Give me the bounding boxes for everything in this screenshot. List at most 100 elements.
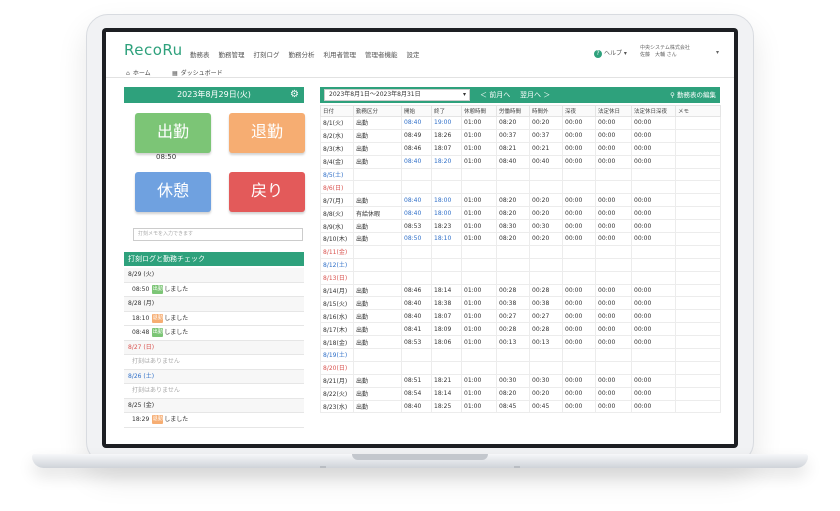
cell-holn: 00:00 <box>631 219 676 234</box>
column-header[interactable]: 終了 <box>431 105 462 117</box>
cell-end: 18:38 <box>431 296 462 311</box>
cell-ot <box>529 270 563 285</box>
cell-start <box>401 180 432 195</box>
table-row[interactable]: 8/20(日) <box>320 360 721 375</box>
table-row[interactable]: 8/4(金) 出勤 08:40 18:20 01:00 08:40 00:40 00:00 00… <box>320 154 721 169</box>
table-row[interactable]: 8/9(水) 出勤 08:53 18:23 01:00 08:30 00:30 00:00 00… <box>320 219 721 234</box>
gear-icon[interactable]: ⚙ <box>290 87 299 103</box>
cell-ot: 00:13 <box>529 335 563 350</box>
log-status-badge: 退勤 <box>152 415 164 424</box>
table-row[interactable]: 8/8(火) 有給休暇 08:40 18:00 01:00 08:20 00:20 00:00… <box>320 206 721 221</box>
cell-night: 00:00 <box>562 232 596 246</box>
next-month-link[interactable]: 翌月へ ＞ <box>520 87 550 103</box>
cell-night: 00:00 <box>562 335 596 350</box>
cell-start: 08:51 <box>401 373 432 388</box>
cell-ot <box>529 257 563 272</box>
period-value: 2023年8月1日〜2023年8月31日 <box>329 91 421 98</box>
table-row[interactable]: 8/19(土) <box>320 348 721 362</box>
table-row[interactable]: 8/17(木) 出勤 08:41 18:09 01:00 00:28 00:28 00:00 0… <box>320 322 721 337</box>
table-row[interactable]: 8/12(土) <box>320 257 721 272</box>
cell-holn <box>631 244 676 259</box>
column-header[interactable]: 勤務区分 <box>353 105 402 117</box>
user-menu-chevron-icon[interactable]: ▾ <box>716 49 719 56</box>
clock-in-button[interactable]: 出勤 <box>135 113 211 153</box>
cell-memo <box>675 348 721 362</box>
log-time: 18:29 <box>132 416 150 423</box>
app-logo[interactable]: RecoRu <box>124 41 183 59</box>
column-header[interactable]: メモ <box>675 105 721 117</box>
period-select[interactable]: 2023年8月1日〜2023年8月31日 ▾ <box>324 89 470 101</box>
cell-work <box>496 270 530 285</box>
break-start-button[interactable]: 休憩 <box>135 172 211 212</box>
column-header[interactable]: 休憩時間 <box>461 105 497 117</box>
column-header[interactable]: 日付 <box>320 105 354 117</box>
table-row[interactable]: 8/11(金) <box>320 244 721 259</box>
column-header[interactable]: 時間外 <box>529 105 563 117</box>
column-header[interactable]: 法定休日 <box>595 105 632 117</box>
column-header[interactable]: 深夜 <box>562 105 596 117</box>
table-row[interactable]: 8/18(金) 出勤 08:53 18:06 01:00 00:13 00:13 00:00 0… <box>320 335 721 350</box>
cell-start <box>401 257 432 272</box>
break-return-button[interactable]: 戻り <box>229 172 305 212</box>
column-header[interactable]: 開始 <box>401 105 432 117</box>
table-row[interactable]: 8/16(水) 出勤 08:40 18:07 01:00 00:27 00:27 00:00 0… <box>320 309 721 324</box>
cell-night: 00:00 <box>562 373 596 388</box>
timesheet-toolbar: 2023年8月1日〜2023年8月31日 ▾ ＜ 前月へ 翌月へ ＞ ⚲ 勤務表の… <box>320 87 720 103</box>
cell-end <box>431 257 462 272</box>
cell-work: 00:37 <box>496 128 530 143</box>
cell-holn <box>631 180 676 195</box>
column-header[interactable]: 法定休日深夜 <box>631 105 676 117</box>
cell-start <box>401 360 432 375</box>
cell-date: 8/11(金) <box>320 244 354 259</box>
cell-brk: 01:00 <box>461 206 497 221</box>
table-row[interactable]: 8/10(木) 出勤 08:50 18:10 01:00 08:20 00:20 00:00 0… <box>320 232 721 246</box>
prev-month-link[interactable]: ＜ 前月へ <box>480 87 510 103</box>
cell-work: 00:38 <box>496 296 530 311</box>
column-header[interactable]: 労働時間 <box>496 105 530 117</box>
table-row[interactable]: 8/7(月) 出勤 08:40 18:00 01:00 08:20 00:20 00:00 00… <box>320 193 721 208</box>
table-row[interactable]: 8/23(水) 出勤 08:40 18:25 01:00 08:45 00:45 00:00 0… <box>320 399 721 414</box>
nav-item[interactable]: 設定 <box>407 49 420 59</box>
table-row[interactable]: 8/6(日) <box>320 180 721 195</box>
laptop-notch <box>352 454 488 460</box>
table-row[interactable]: 8/5(土) <box>320 167 721 182</box>
table-row[interactable]: 8/21(月) 出勤 08:51 18:21 01:00 00:30 00:30 00:00 0… <box>320 373 721 388</box>
cell-hol: 00:00 <box>595 399 632 414</box>
cell-start: 08:53 <box>401 335 432 350</box>
tab-dashboard[interactable]: ▦ ダッシュボード <box>172 68 223 77</box>
log-empty-message: 打刻はありません <box>124 384 304 399</box>
table-row[interactable]: 8/14(月) 出勤 08:46 18:14 01:00 00:28 00:28 00:00 0… <box>320 283 721 298</box>
cell-date: 8/4(金) <box>320 154 354 169</box>
cell-hol: 00:00 <box>595 296 632 311</box>
nav-item[interactable]: 勤務表 <box>190 49 210 59</box>
cell-start: 08:40 <box>401 116 432 130</box>
user-info[interactable]: 中央システム株式会社 佐藤 大輔 さん <box>640 45 690 59</box>
table-row[interactable]: 8/13(日) <box>320 270 721 285</box>
cell-work: 00:27 <box>496 309 530 324</box>
cell-hol: 00:00 <box>595 193 632 208</box>
table-row[interactable]: 8/22(火) 出勤 08:54 18:14 01:00 08:20 00:20 00:00 0… <box>320 386 721 401</box>
cell-night: 00:00 <box>562 206 596 221</box>
table-row[interactable]: 8/2(水) 出勤 08:49 18:26 01:00 00:37 00:37 00:00 00… <box>320 128 721 143</box>
cell-brk: 01:00 <box>461 154 497 169</box>
cell-end: 18:21 <box>431 373 462 388</box>
log-suffix: しました <box>164 416 189 423</box>
help-menu[interactable]: ? ヘルプ ▾ <box>594 48 627 58</box>
tab-home[interactable]: ⌂ ホーム <box>126 68 151 77</box>
table-row[interactable]: 8/3(木) 出勤 08:46 18:07 01:00 08:21 00:21 00:00 00… <box>320 141 721 156</box>
nav-item[interactable]: 利用者管理 <box>324 49 357 59</box>
nav-item[interactable]: 打刻ログ <box>254 49 280 59</box>
cell-end: 19:00 <box>431 116 462 130</box>
nav-item[interactable]: 管理者機能 <box>365 49 398 59</box>
cell-kind: 出勤 <box>353 309 402 324</box>
nav-item[interactable]: 勤務分析 <box>289 49 315 59</box>
edit-timesheet-label: 勤務表の編集 <box>677 91 716 99</box>
table-row[interactable]: 8/1(火) 出勤 08:40 19:00 01:00 08:20 00:20 00:00 00… <box>320 116 721 130</box>
nav-item[interactable]: 勤務管理 <box>219 49 245 59</box>
edit-timesheet-link[interactable]: ⚲ 勤務表の編集 <box>670 87 716 103</box>
clock-out-button[interactable]: 退勤 <box>229 113 305 153</box>
table-row[interactable]: 8/15(火) 出勤 08:40 18:38 01:00 00:38 00:38 00:00 0… <box>320 296 721 311</box>
cell-hol: 00:00 <box>595 373 632 388</box>
log-entry: 08:48 出勤 しました <box>124 326 304 341</box>
punch-memo-input[interactable]: 打刻メモを入力できます <box>133 228 303 241</box>
